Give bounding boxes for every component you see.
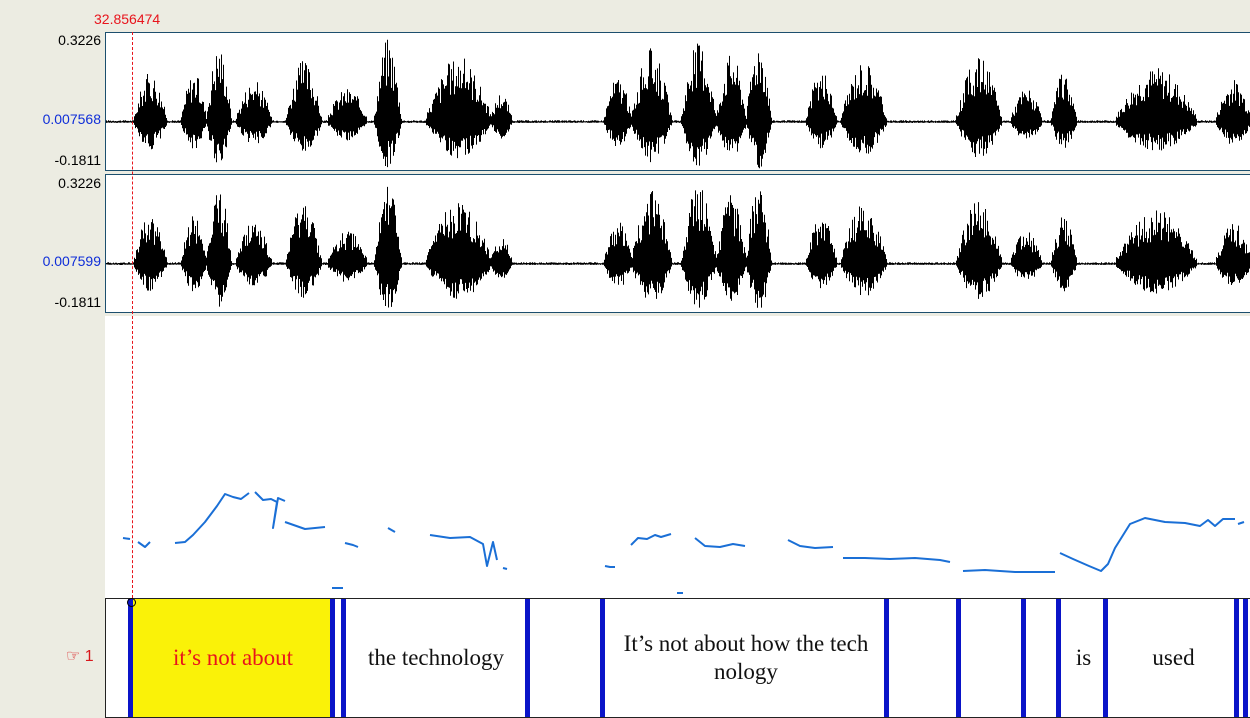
interval-boundary[interactable] bbox=[341, 599, 346, 717]
cursor-handle-icon[interactable] bbox=[127, 598, 136, 607]
pitch-segment bbox=[122, 537, 131, 540]
channel-2-min-label: -0.1811 bbox=[54, 294, 101, 310]
pitch-segment bbox=[174, 492, 250, 544]
pitch-segment bbox=[787, 539, 834, 549]
pitch-segment bbox=[843, 557, 951, 563]
interval-boundary[interactable] bbox=[1056, 599, 1061, 717]
pitch-segment bbox=[344, 542, 359, 548]
channel-2-max-label: 0.3226 bbox=[58, 175, 101, 191]
interval-boundary[interactable] bbox=[330, 599, 335, 717]
interval-boundary[interactable] bbox=[128, 599, 133, 717]
channel-1-min-label: -0.1811 bbox=[54, 152, 101, 168]
waveform-trace bbox=[106, 186, 1250, 308]
channel-1-mid-label: 0.007568 bbox=[42, 111, 101, 127]
tier-name-label: ☞ 1 bbox=[66, 648, 94, 665]
pitch-segment bbox=[387, 527, 396, 533]
pitch-segment bbox=[694, 537, 746, 548]
channel-1-max-label: 0.3226 bbox=[58, 32, 101, 48]
pitch-segment bbox=[137, 541, 151, 548]
pitch-segment bbox=[1059, 517, 1235, 572]
segment-label[interactable]: used bbox=[1111, 599, 1236, 717]
pitch-segment bbox=[962, 569, 1055, 573]
time-cursor-line[interactable] bbox=[132, 32, 133, 598]
interval-boundary[interactable] bbox=[1021, 599, 1026, 717]
interval-boundary[interactable] bbox=[956, 599, 961, 717]
waveform-1-plot bbox=[106, 39, 1250, 169]
channel-2-mid-label: 0.007599 bbox=[42, 253, 101, 269]
segment-label[interactable]: It’s not about how the tech nology bbox=[606, 599, 886, 717]
pitch-panel[interactable] bbox=[105, 316, 1250, 598]
interval-boundary[interactable] bbox=[1243, 599, 1248, 717]
interval-boundary[interactable] bbox=[600, 599, 605, 717]
cursor-time-label: 32.856474 bbox=[94, 11, 161, 27]
interval-boundary[interactable] bbox=[525, 599, 530, 717]
ruler-strip bbox=[0, 0, 1250, 32]
pitch-segment bbox=[502, 567, 508, 570]
segment-label[interactable]: is bbox=[1061, 599, 1106, 717]
pitch-segment bbox=[630, 533, 672, 546]
segment-label[interactable]: it’s not about bbox=[133, 599, 333, 717]
waveform-channel-2[interactable] bbox=[105, 174, 1250, 313]
pitch-segment bbox=[1237, 521, 1245, 525]
waveform-trace bbox=[106, 39, 1250, 169]
pitch-segment bbox=[429, 534, 498, 567]
pitch-segment bbox=[284, 521, 326, 530]
interval-boundary[interactable] bbox=[1234, 599, 1239, 717]
waveform-channel-1[interactable] bbox=[105, 32, 1250, 171]
pitch-segment bbox=[254, 491, 286, 529]
interval-boundary[interactable] bbox=[884, 599, 889, 717]
interval-boundary[interactable] bbox=[1103, 599, 1108, 717]
waveform-2-plot bbox=[106, 186, 1250, 308]
segment-label[interactable]: the technology bbox=[346, 599, 526, 717]
pitch-segment bbox=[604, 565, 615, 568]
pitch-contour bbox=[122, 491, 1245, 594]
annotation-tier[interactable]: it’s not about the technology It’s not a… bbox=[105, 598, 1250, 718]
